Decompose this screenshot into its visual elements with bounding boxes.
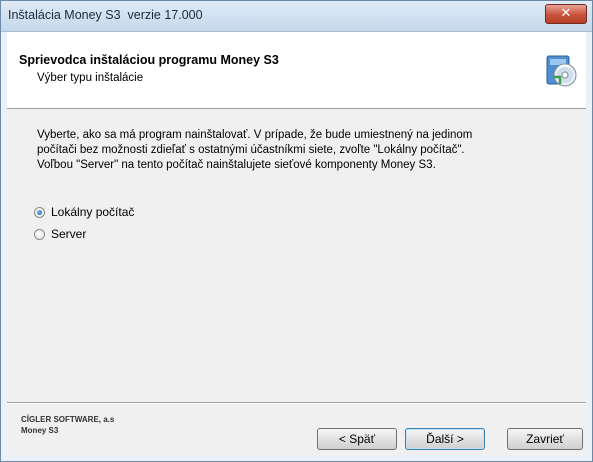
instructions-line: Vyberte, ako sa má program nainštalovať.… xyxy=(37,129,473,141)
window-title: Inštalácia Money S3 verzie 17.000 xyxy=(8,8,203,22)
next-button[interactable]: Ďalší > xyxy=(405,428,485,450)
wizard-body: Sprievodca inštaláciou programu Money S3… xyxy=(7,32,586,455)
radio-server[interactable]: Server xyxy=(34,227,86,241)
company-info: CÍGLER SOFTWARE, a.s Money S3 xyxy=(21,414,114,436)
close-button[interactable]: ✕ xyxy=(545,4,587,24)
footer-divider xyxy=(7,402,586,404)
product-name: Money S3 xyxy=(21,426,59,435)
radio-label: Lokálny počítač xyxy=(51,205,135,219)
close-icon: ✕ xyxy=(560,6,572,21)
install-cd-icon xyxy=(546,55,577,87)
radio-unselected-icon[interactable] xyxy=(34,228,45,240)
title-bar[interactable]: Inštalácia Money S3 verzie 17.000 ✕ xyxy=(1,1,592,32)
wizard-title: Sprievodca inštaláciou programu Money S3 xyxy=(19,53,279,67)
company-name: CÍGLER SOFTWARE, a.s xyxy=(21,415,115,424)
instructions-line: Voľbou "Server" na tento počítač nainšta… xyxy=(37,159,436,171)
back-button[interactable]: < Späť xyxy=(317,428,397,450)
wizard-header: Sprievodca inštaláciou programu Money S3… xyxy=(7,32,586,109)
radio-selected-icon[interactable] xyxy=(34,206,45,218)
cancel-button[interactable]: Zavrieť xyxy=(507,428,583,450)
radio-local-computer[interactable]: Lokálny počítač xyxy=(34,205,134,219)
instructions-text: Vyberte, ako sa má program nainštalovať.… xyxy=(37,128,557,173)
installer-window: Inštalácia Money S3 verzie 17.000 ✕ Spri… xyxy=(0,0,593,462)
radio-label: Server xyxy=(51,227,87,241)
instructions-line: počítači bez možnosti zdieľať s ostatným… xyxy=(37,144,465,156)
wizard-subtitle: Výber typu inštalácie xyxy=(37,72,144,84)
